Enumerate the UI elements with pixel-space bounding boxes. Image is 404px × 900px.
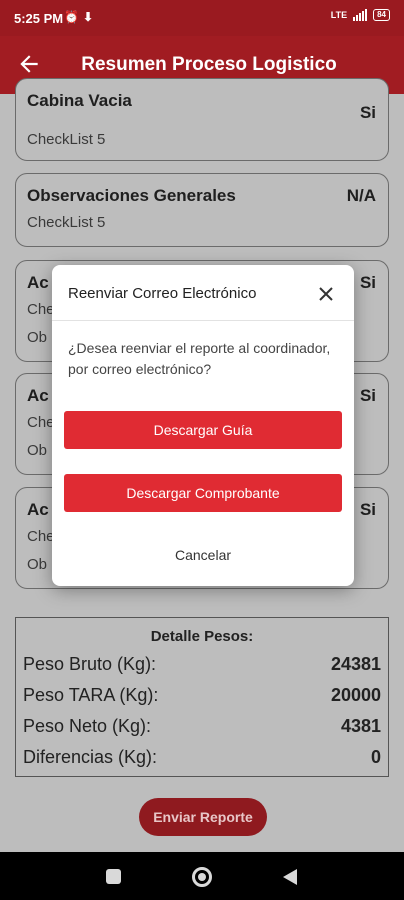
status-notification-icons: ⏰⬇ [64, 10, 97, 24]
network-type-label: LTE [330, 10, 348, 20]
item-name: Ac [27, 273, 49, 292]
item-value: Si [359, 103, 376, 122]
resend-email-dialog: Reenviar Correo Electrónico ¿Desea reenv… [52, 265, 354, 586]
system-nav-bar [0, 852, 404, 900]
item-sub2: Ob [27, 556, 48, 573]
item-sub: CheckList 5 [27, 214, 106, 231]
item-name: Cabina Vacia [27, 91, 132, 110]
item-sub: Che [27, 414, 55, 431]
pesos-label: Peso Neto (Kg): [23, 716, 152, 736]
item-value: Si [359, 386, 376, 405]
item-sub: CheckList 5 [27, 131, 106, 148]
item-value: Si [359, 273, 376, 292]
cancel-button[interactable]: Cancelar [52, 547, 354, 563]
item-name: Observaciones Generales [27, 186, 236, 205]
signal-icon [353, 9, 368, 21]
item-sub: Che [27, 528, 55, 545]
item-value: Si [359, 500, 376, 519]
item-value: N/A [346, 186, 376, 205]
pesos-detail-box: Detalle Pesos: Peso Bruto (Kg): 24381 Pe… [15, 617, 389, 777]
item-name: Ac [27, 500, 49, 519]
page-title: Resumen Proceso Logistico [81, 54, 337, 75]
dialog-divider [52, 320, 354, 321]
status-time: 5:25 PM [14, 11, 64, 26]
status-right-icons: LTE 84 [331, 9, 390, 21]
status-bar: 5:25 PM ⏰⬇ LTE 84 [0, 0, 404, 36]
pesos-label: Peso TARA (Kg): [23, 685, 159, 705]
pesos-row: Peso TARA (Kg): 20000 [23, 685, 381, 709]
item-name: Ac [27, 386, 49, 405]
home-icon[interactable] [192, 867, 212, 887]
recent-apps-icon[interactable] [106, 869, 121, 884]
pesos-label: Diferencias (Kg): [23, 747, 158, 767]
dialog-title: Reenviar Correo Electrónico [68, 285, 257, 302]
pesos-label: Peso Bruto (Kg): [23, 654, 157, 674]
send-report-button[interactable]: Enviar Reporte [139, 798, 267, 836]
pesos-value: 24381 [330, 654, 381, 674]
download-receipt-button[interactable]: Descargar Comprobante [64, 474, 342, 512]
download-guide-button[interactable]: Descargar Guía [64, 411, 342, 449]
pesos-title: Detalle Pesos: [150, 628, 254, 645]
list-item: Cabina Vacia CheckList 5 Si [15, 78, 389, 161]
pesos-row: Peso Bruto (Kg): 24381 [23, 654, 381, 678]
item-sub2: Ob [27, 329, 48, 346]
item-sub2: Ob [27, 442, 48, 459]
pesos-value: 0 [370, 747, 381, 767]
pesos-value: 4381 [340, 716, 381, 736]
close-icon[interactable] [318, 286, 334, 302]
dialog-message: ¿Desea reenviar el reporte al coordinado… [68, 340, 331, 377]
list-item: Observaciones Generales CheckList 5 N/A [15, 173, 389, 247]
item-sub: Che [27, 301, 55, 318]
battery-icon: 84 [373, 9, 390, 21]
pesos-row: Diferencias (Kg): 0 [23, 747, 381, 771]
pesos-row: Peso Neto (Kg): 4381 [23, 716, 381, 740]
nav-back-icon[interactable] [283, 869, 297, 885]
pesos-value: 20000 [330, 685, 381, 705]
